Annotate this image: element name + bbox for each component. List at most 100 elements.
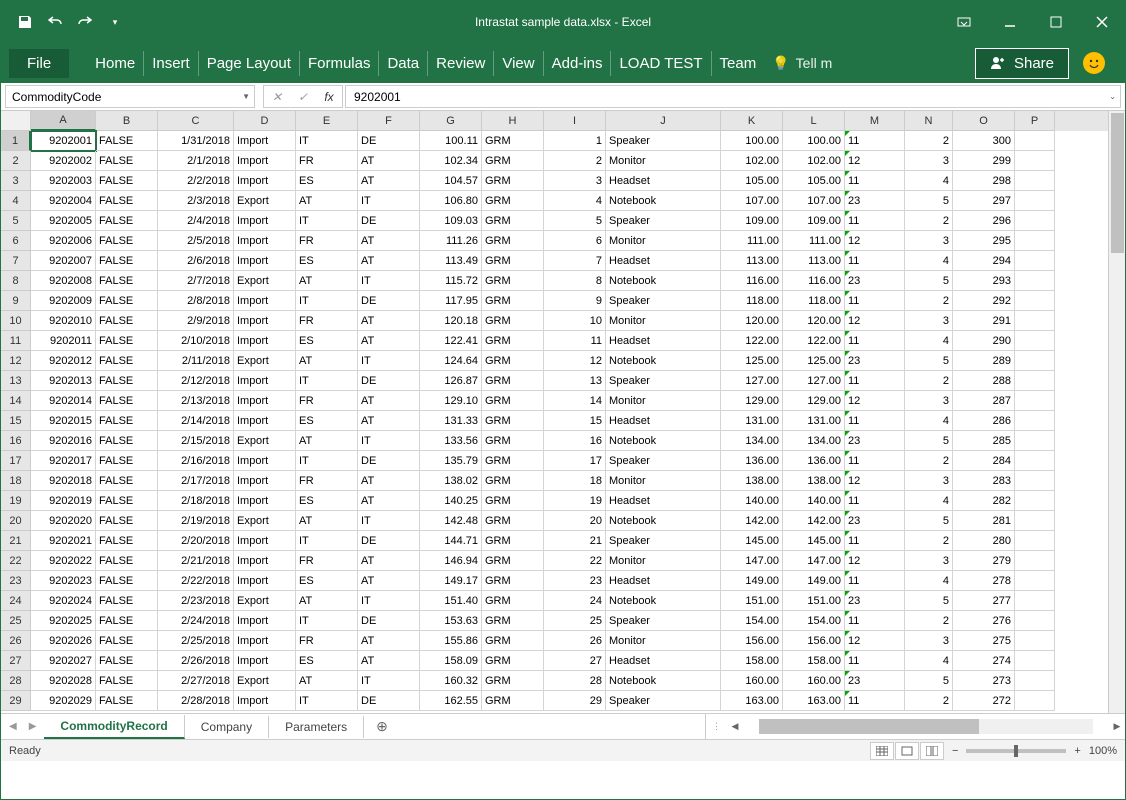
cell[interactable]: Notebook: [606, 591, 721, 611]
cell[interactable]: 9202016: [31, 431, 96, 451]
cell[interactable]: 147.00: [783, 551, 845, 571]
cell[interactable]: 22: [544, 551, 606, 571]
cell[interactable]: 294: [953, 251, 1015, 271]
cell[interactable]: FALSE: [96, 411, 158, 431]
cell[interactable]: 107.00: [721, 191, 783, 211]
cell[interactable]: DE: [358, 451, 420, 471]
cell[interactable]: IT: [296, 211, 358, 231]
cell[interactable]: 26: [544, 631, 606, 651]
cell[interactable]: 156.00: [721, 631, 783, 651]
cell[interactable]: 12: [845, 471, 905, 491]
cell[interactable]: 18: [544, 471, 606, 491]
cell[interactable]: Import: [234, 411, 296, 431]
cell[interactable]: AT: [358, 391, 420, 411]
cell[interactable]: 12: [845, 151, 905, 171]
cell[interactable]: 295: [953, 231, 1015, 251]
cell[interactable]: 2/17/2018: [158, 471, 234, 491]
cell[interactable]: Import: [234, 211, 296, 231]
cell[interactable]: FALSE: [96, 691, 158, 711]
cell[interactable]: FALSE: [96, 531, 158, 551]
cell[interactable]: AT: [358, 171, 420, 191]
cell[interactable]: 296: [953, 211, 1015, 231]
formula-input[interactable]: 9202001 ⌄: [345, 85, 1121, 108]
cell[interactable]: 11: [845, 131, 905, 151]
cell[interactable]: 116.00: [721, 271, 783, 291]
cell[interactable]: IT: [358, 191, 420, 211]
cell[interactable]: FR: [296, 471, 358, 491]
cell[interactable]: 13: [544, 371, 606, 391]
cell[interactable]: 24: [544, 591, 606, 611]
cell[interactable]: 126.87: [420, 371, 482, 391]
cell[interactable]: 151.40: [420, 591, 482, 611]
cell[interactable]: IT: [358, 351, 420, 371]
cell[interactable]: 2/15/2018: [158, 431, 234, 451]
cell[interactable]: 12: [845, 631, 905, 651]
cell[interactable]: Speaker: [606, 611, 721, 631]
cell[interactable]: Import: [234, 571, 296, 591]
cell[interactable]: 2/10/2018: [158, 331, 234, 351]
cell[interactable]: 286: [953, 411, 1015, 431]
cell[interactable]: 4: [905, 491, 953, 511]
cell[interactable]: IT: [296, 131, 358, 151]
cell[interactable]: AT: [358, 631, 420, 651]
cell[interactable]: Export: [234, 351, 296, 371]
tab-add-ins[interactable]: Add-ins: [544, 51, 612, 76]
cell[interactable]: 158.00: [721, 651, 783, 671]
cell[interactable]: 4: [905, 251, 953, 271]
row-header[interactable]: 11: [1, 331, 31, 351]
cell[interactable]: 2: [905, 211, 953, 231]
cell[interactable]: FALSE: [96, 631, 158, 651]
cell[interactable]: 291: [953, 311, 1015, 331]
cell[interactable]: Export: [234, 431, 296, 451]
cell[interactable]: [1015, 611, 1055, 631]
cell[interactable]: GRM: [482, 591, 544, 611]
cell[interactable]: 27: [544, 651, 606, 671]
cell[interactable]: 131.00: [721, 411, 783, 431]
cell[interactable]: FALSE: [96, 571, 158, 591]
cell[interactable]: 4: [905, 331, 953, 351]
cell[interactable]: AT: [358, 491, 420, 511]
cell[interactable]: 12: [544, 351, 606, 371]
cell[interactable]: AT: [358, 411, 420, 431]
cell[interactable]: Headset: [606, 651, 721, 671]
cell[interactable]: Import: [234, 451, 296, 471]
cell[interactable]: 140.25: [420, 491, 482, 511]
cell[interactable]: FALSE: [96, 171, 158, 191]
cell[interactable]: AT: [358, 571, 420, 591]
cell[interactable]: 127.00: [721, 371, 783, 391]
cell[interactable]: 11: [845, 531, 905, 551]
cell[interactable]: Monitor: [606, 311, 721, 331]
cell[interactable]: 282: [953, 491, 1015, 511]
cell[interactable]: 292: [953, 291, 1015, 311]
cell[interactable]: 9202023: [31, 571, 96, 591]
zoom-out-button[interactable]: −: [952, 745, 958, 757]
cell[interactable]: GRM: [482, 351, 544, 371]
cell[interactable]: 155.86: [420, 631, 482, 651]
cell[interactable]: 284: [953, 451, 1015, 471]
cell[interactable]: Export: [234, 671, 296, 691]
column-header-D[interactable]: D: [234, 111, 296, 131]
row-header[interactable]: 4: [1, 191, 31, 211]
cell[interactable]: FALSE: [96, 211, 158, 231]
cell[interactable]: 9202003: [31, 171, 96, 191]
cell[interactable]: GRM: [482, 151, 544, 171]
cell[interactable]: 19: [544, 491, 606, 511]
cell[interactable]: 144.71: [420, 531, 482, 551]
cell[interactable]: [1015, 131, 1055, 151]
cell[interactable]: 9202015: [31, 411, 96, 431]
cell[interactable]: 100.00: [783, 131, 845, 151]
cell[interactable]: GRM: [482, 691, 544, 711]
cell[interactable]: ES: [296, 331, 358, 351]
cell[interactable]: 129.00: [721, 391, 783, 411]
cell[interactable]: 104.57: [420, 171, 482, 191]
cell[interactable]: 133.56: [420, 431, 482, 451]
cell[interactable]: Speaker: [606, 451, 721, 471]
cell[interactable]: 9202010: [31, 311, 96, 331]
cell[interactable]: 113.00: [721, 251, 783, 271]
cell[interactable]: 136.00: [721, 451, 783, 471]
cell[interactable]: IT: [296, 691, 358, 711]
cell[interactable]: GRM: [482, 291, 544, 311]
cell[interactable]: 9: [544, 291, 606, 311]
cell[interactable]: 9202029: [31, 691, 96, 711]
cell[interactable]: 5: [905, 191, 953, 211]
